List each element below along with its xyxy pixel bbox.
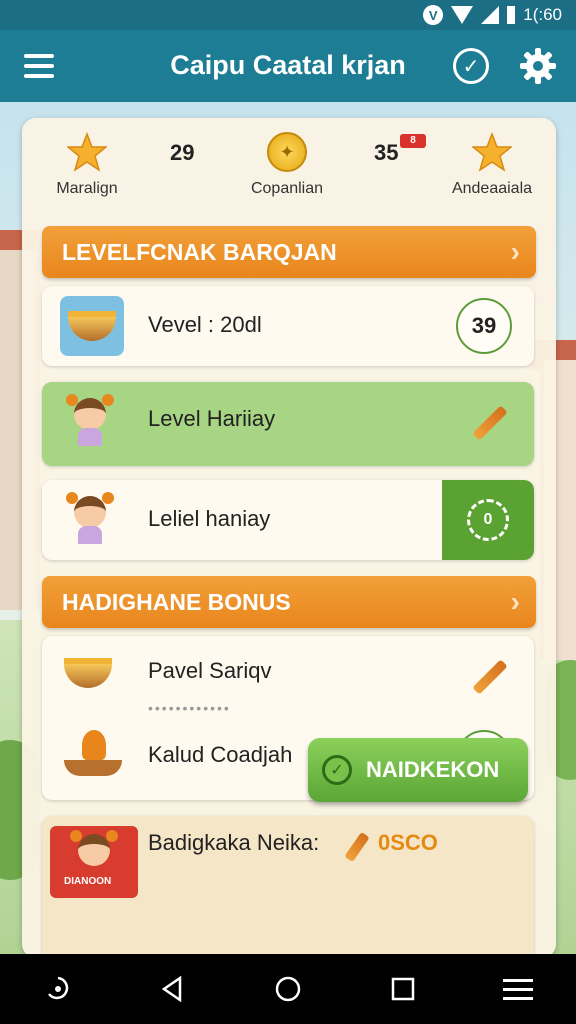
section-header-level[interactable]: LEVELFCNAK BARQJAN › xyxy=(42,226,536,278)
app-title: Caipu Caatal krjan xyxy=(170,50,406,80)
level-badge: 39 xyxy=(456,298,512,354)
star-icon xyxy=(472,132,512,172)
cta-label: NAIDKEKON xyxy=(366,757,500,782)
recent-apps-icon[interactable] xyxy=(383,969,423,1009)
stat-maralign: Maralign xyxy=(42,132,132,198)
check-icon: ✓ xyxy=(322,755,352,785)
status-time: 1(:60 xyxy=(523,5,562,24)
item-label: Leliel haniay xyxy=(148,506,271,531)
navigation-bar xyxy=(0,954,576,1024)
boat-icon xyxy=(60,726,124,786)
gift-box-icon: DIANOON xyxy=(50,826,138,898)
v-logo-icon: V xyxy=(423,5,444,25)
stat-copanlian: ✦ Copanlian xyxy=(242,132,332,198)
menu-icon[interactable] xyxy=(24,54,54,78)
bowl-icon xyxy=(64,648,128,708)
pencil-icon[interactable] xyxy=(472,405,508,441)
avatar xyxy=(64,392,114,446)
coin-icon: ✦ xyxy=(267,132,307,172)
treasure-box-icon xyxy=(60,296,124,356)
back-icon[interactable] xyxy=(153,969,193,1009)
list-item[interactable]: Level Hariiay xyxy=(42,382,534,466)
item-label: Kalud Coadjah xyxy=(148,742,293,767)
menu-icon[interactable] xyxy=(498,969,538,1009)
list-item[interactable]: Leliel haniay 0 xyxy=(42,480,534,560)
chevron-right-icon: › xyxy=(510,586,520,617)
section-header-bonus[interactable]: HADIGHANE BONUS › xyxy=(42,576,536,628)
gear-icon[interactable] xyxy=(518,46,558,86)
list-item[interactable]: Vevel : 20dl 39 xyxy=(42,286,534,366)
promo-card: DIANOON Badigkaka Neika: 0SCO xyxy=(42,816,534,954)
avatar xyxy=(64,490,114,544)
cta-button[interactable]: ✓ NAIDKEKON xyxy=(308,738,528,802)
check-icon[interactable]: ✓ xyxy=(453,48,489,84)
section-title: HADIGHANE BONUS xyxy=(62,589,291,615)
wifi-icon xyxy=(451,6,474,24)
divider: •••••••••••• xyxy=(148,700,231,716)
promo-label: Badigkaka Neika: xyxy=(148,830,320,855)
star-icon xyxy=(67,132,107,172)
signal-icon xyxy=(481,6,500,24)
status-bar: V 1(:60 xyxy=(0,0,576,30)
home-icon[interactable] xyxy=(268,969,308,1009)
stat-value: 29 xyxy=(170,140,195,165)
assistant-icon[interactable] xyxy=(38,969,78,1009)
main-panel: Maralign 29 ✦ Copanlian 35 8 Andeaaiala … xyxy=(22,118,556,958)
stat-andeaaiala: Andeaaiala xyxy=(442,132,542,198)
stat-value: 35 xyxy=(374,140,399,165)
item-label: Level Hariiay xyxy=(148,406,276,431)
pencil-icon[interactable] xyxy=(472,659,508,695)
battery-icon xyxy=(507,6,516,24)
app-bar: Caipu Caatal krjan ✓ xyxy=(0,30,576,102)
section-title: LEVELFCNAK BARQJAN xyxy=(62,239,337,265)
pencil-icon xyxy=(344,831,370,863)
item-label: Vevel : 20dl xyxy=(148,312,262,337)
box-label: DIANOON xyxy=(64,876,112,887)
list-item[interactable]: Pavel Sariqv •••••••••••• xyxy=(42,636,534,718)
reward-icon: 0 xyxy=(467,499,509,541)
promo-amount: 0SCO xyxy=(378,830,438,855)
reward-button[interactable]: 0 xyxy=(442,480,534,560)
notification-badge: 8 xyxy=(400,134,426,148)
stat-label: Copanlian xyxy=(250,180,324,197)
item-label: Pavel Sariqv xyxy=(148,658,272,683)
stat-label: Maralign xyxy=(56,180,118,197)
chevron-right-icon: › xyxy=(510,236,520,267)
stat-label: Andeaaiala xyxy=(451,180,533,197)
